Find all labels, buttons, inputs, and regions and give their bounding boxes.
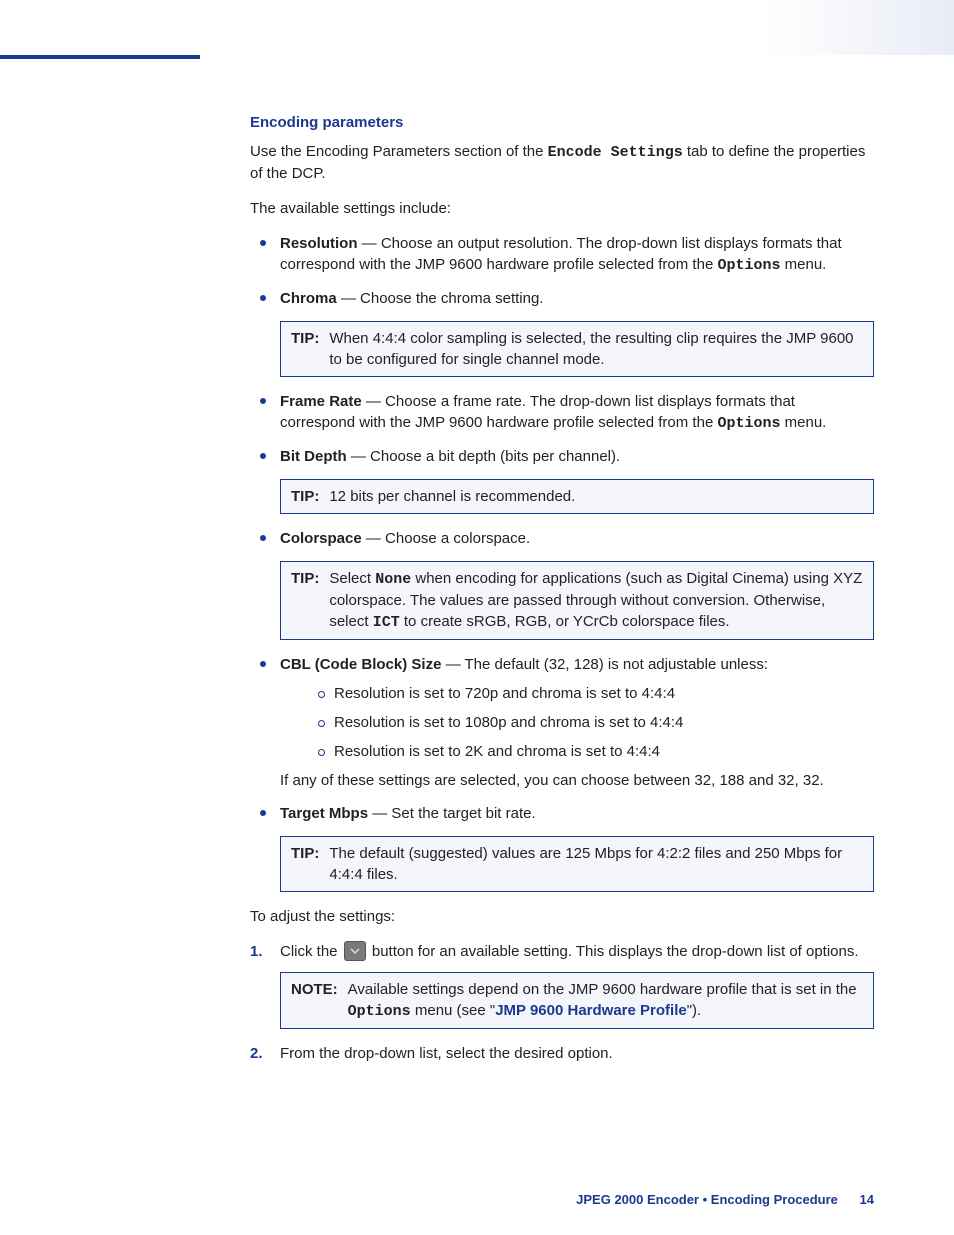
item-target: Target Mbps — Set the target bit rate. <box>250 803 874 824</box>
page-footer: JPEG 2000 Encoder • Encoding Procedure 1… <box>576 1192 874 1207</box>
term: Frame Rate <box>280 393 362 410</box>
intro-available: The available settings include: <box>250 198 874 219</box>
dash: — <box>441 656 464 673</box>
text: Choose a colorspace. <box>385 530 530 547</box>
dash: — <box>362 393 385 410</box>
code-none: None <box>375 571 411 588</box>
dash: — <box>337 290 360 307</box>
term: Colorspace <box>280 530 362 547</box>
tip-body: Select None when encoding for applicatio… <box>329 568 863 633</box>
text: "). <box>687 1002 702 1019</box>
sub-item: Resolution is set to 2K and chroma is se… <box>310 741 874 762</box>
term: Chroma <box>280 290 337 307</box>
text: Available settings depend on the JMP 960… <box>348 981 857 998</box>
text: Select <box>329 570 375 587</box>
text: Choose a bit depth (bits per channel). <box>370 448 620 465</box>
page-number: 14 <box>860 1192 874 1207</box>
tip-label: TIP: <box>291 486 319 507</box>
code-ict: ICT <box>373 614 400 631</box>
term: Bit Depth <box>280 448 347 465</box>
note-label: NOTE: <box>291 979 338 1000</box>
dash: — <box>362 530 385 547</box>
tip-target: TIP: The default (suggested) values are … <box>280 836 874 892</box>
intro-paragraph: Use the Encoding Parameters section of t… <box>250 141 874 184</box>
text: menu (see " <box>411 1002 496 1019</box>
adjust-steps: 1. Click the button for an available set… <box>250 941 874 1064</box>
note-box: NOTE: Available settings depend on the J… <box>280 972 874 1029</box>
settings-list-4: CBL (Code Block) Size — The default (32,… <box>250 654 874 824</box>
cbl-follow: If any of these settings are selected, y… <box>280 770 874 791</box>
tip-bitdepth: TIP: 12 bits per channel is recommended. <box>280 479 874 514</box>
settings-list: Resolution — Choose an output resolution… <box>250 233 874 309</box>
adjust-lead: To adjust the settings: <box>250 906 874 927</box>
text: From the drop-down list, select the desi… <box>280 1045 613 1062</box>
link-hardware-profile[interactable]: JMP 9600 Hardware Profile <box>495 1002 686 1019</box>
text: Use the Encoding Parameters section of t… <box>250 143 548 160</box>
item-framerate: Frame Rate — Choose a frame rate. The dr… <box>250 391 874 434</box>
step-number: 1. <box>250 941 263 962</box>
item-cbl: CBL (Code Block) Size — The default (32,… <box>250 654 874 791</box>
term: CBL (Code Block) Size <box>280 656 441 673</box>
dash: — <box>347 448 370 465</box>
dropdown-button-icon[interactable] <box>344 941 366 961</box>
header-gradient <box>0 0 954 55</box>
text: menu. <box>780 414 826 431</box>
code-options: Options <box>717 257 780 274</box>
tip-text: 12 bits per channel is recommended. <box>329 486 575 507</box>
code-options: Options <box>348 1003 411 1020</box>
cbl-sublist: Resolution is set to 720p and chroma is … <box>280 683 874 762</box>
item-bitdepth: Bit Depth — Choose a bit depth (bits per… <box>250 446 874 467</box>
tip-chroma: TIP: When 4:4:4 color sampling is select… <box>280 321 874 377</box>
term: Resolution <box>280 235 358 252</box>
tip-text: When 4:4:4 color sampling is selected, t… <box>329 328 863 370</box>
sub-item: Resolution is set to 720p and chroma is … <box>310 683 874 704</box>
content: Encoding parameters Use the Encoding Par… <box>0 59 954 1064</box>
settings-list-2: Frame Rate — Choose a frame rate. The dr… <box>250 391 874 467</box>
code-options: Options <box>717 415 780 432</box>
term: Target Mbps <box>280 805 368 822</box>
text: Click the <box>280 943 342 960</box>
note-body: Available settings depend on the JMP 960… <box>348 979 863 1022</box>
item-resolution: Resolution — Choose an output resolution… <box>250 233 874 276</box>
section-heading: Encoding parameters <box>250 114 874 131</box>
text: Set the target bit rate. <box>391 805 535 822</box>
text: menu. <box>780 256 826 273</box>
text: button for an available setting. This di… <box>372 943 859 960</box>
dash: — <box>368 805 391 822</box>
text: to create sRGB, RGB, or YCrCb colorspace… <box>400 613 730 630</box>
text: Choose the chroma setting. <box>360 290 543 307</box>
item-chroma: Chroma — Choose the chroma setting. <box>250 288 874 309</box>
sub-item: Resolution is set to 1080p and chroma is… <box>310 712 874 733</box>
tip-label: TIP: <box>291 328 319 349</box>
dash: — <box>358 235 381 252</box>
tip-label: TIP: <box>291 843 319 864</box>
step-number: 2. <box>250 1043 263 1064</box>
item-colorspace: Colorspace — Choose a colorspace. <box>250 528 874 549</box>
tip-colorspace: TIP: Select None when encoding for appli… <box>280 561 874 640</box>
code-encode-settings: Encode Settings <box>548 144 683 161</box>
footer-text: JPEG 2000 Encoder • Encoding Procedure <box>576 1192 838 1207</box>
page: Encoding parameters Use the Encoding Par… <box>0 0 954 1235</box>
tip-text: The default (suggested) values are 125 M… <box>329 843 863 885</box>
settings-list-3: Colorspace — Choose a colorspace. <box>250 528 874 549</box>
text: The default (32, 128) is not adjustable … <box>465 656 769 673</box>
step-1: 1. Click the button for an available set… <box>250 941 874 1029</box>
step-2: 2. From the drop-down list, select the d… <box>250 1043 874 1064</box>
chevron-down-icon <box>350 946 360 956</box>
tip-label: TIP: <box>291 568 319 589</box>
